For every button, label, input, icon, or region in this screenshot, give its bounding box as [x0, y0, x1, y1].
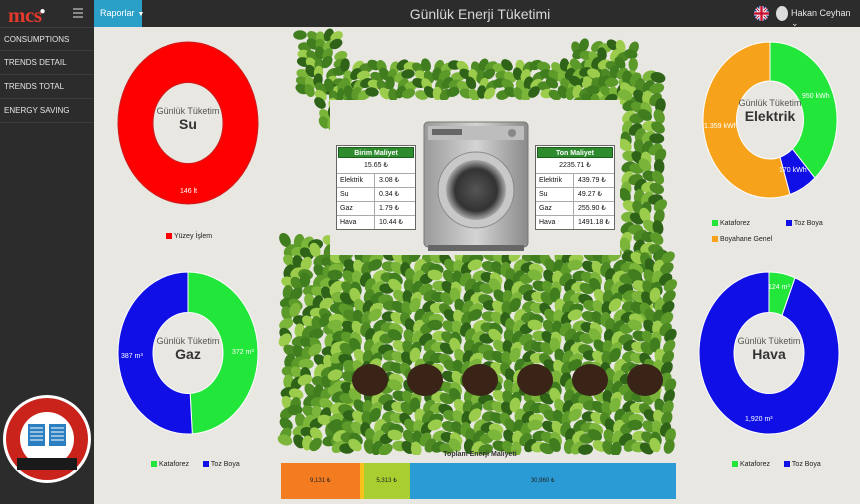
- sidebar-item-consumptions[interactable]: CONSUMPTIONS: [0, 27, 94, 51]
- gaz-value-kataforez: 372 m³: [232, 349, 254, 356]
- su-center-label: Günlük Tüketim Su: [128, 106, 248, 132]
- top-bar: mcs● Raporlar ▼ Günlük Enerji Tüketimi Ha…: [0, 0, 860, 29]
- table-row: Gaz 255.90 ₺: [536, 201, 614, 215]
- su-legend: Yüzey İşlem: [166, 233, 224, 240]
- sidebar-item-trends-detail[interactable]: TRENDS DETAIL: [0, 51, 94, 75]
- su-title: Su: [179, 116, 197, 132]
- cost-bar-segment[interactable]: 30,960 ₺: [409, 463, 676, 499]
- legend-item-toz-boya[interactable]: Toz Boya: [202, 461, 240, 468]
- gaz-title: Gaz: [175, 346, 201, 362]
- app-logo[interactable]: mcs●: [8, 3, 46, 28]
- elektrik-value-kataforez: 950 kWh: [802, 93, 830, 100]
- ton-maliyet-table: Ton Maliyet 2235.71 ₺ Elektrik 439.79 ₺ S…: [535, 145, 615, 230]
- elektrik-value-tozboya: 170 kWh: [779, 167, 807, 174]
- birim-maliyet-title: Birim Maliyet: [338, 147, 414, 158]
- gaz-legend: Kataforez Toz Boya: [151, 461, 252, 468]
- page-title: Günlük Enerji Tüketimi: [409, 6, 551, 22]
- legend-item-kataforez[interactable]: Kataforez: [151, 461, 189, 468]
- elektrik-legend: Kataforez Toz Boya Boyahane Genel: [712, 216, 835, 248]
- hava-title: Hava: [752, 346, 786, 362]
- hava-value-tozboya: 1,920 m³: [745, 416, 773, 423]
- chevron-down-icon: ⌄: [791, 18, 799, 28]
- table-row: Elektrik 3.08 ₺: [337, 173, 415, 187]
- table-row: Gaz 1.79 ₺: [337, 201, 415, 215]
- sidebar-item-energy-saving[interactable]: ENERGY SAVING: [0, 99, 94, 123]
- ton-maliyet-title: Ton Maliyet: [537, 147, 613, 158]
- chevron-down-icon: ▼: [137, 11, 145, 18]
- table-row: Hava 10.44 ₺: [337, 215, 415, 229]
- elektrik-value-genel: 1.359 kWh: [704, 123, 738, 130]
- table-row: Hava 1491.18 ₺: [536, 215, 614, 229]
- legend-item-yuzey[interactable]: Yüzey İşlem: [166, 233, 212, 240]
- cost-bar-segment[interactable]: 9,131 ₺: [281, 463, 360, 499]
- gaz-center-label: Günlük Tüketim Gaz: [128, 336, 248, 362]
- ton-maliyet-total: 2235.71 ₺: [559, 162, 591, 169]
- uk-flag-icon[interactable]: [754, 6, 769, 21]
- raporlar-menu-button[interactable]: Raporlar ▼: [94, 0, 145, 27]
- cost-bar-segment[interactable]: 5,313 ₺: [363, 463, 410, 499]
- hava-center-label: Günlük Tüketim Hava: [709, 336, 829, 362]
- gaz-caption: Günlük Tüketim: [156, 336, 220, 346]
- washing-machine-image: [423, 121, 529, 251]
- legend-item-kataforez[interactable]: Kataforez: [712, 220, 750, 227]
- birim-maliyet-total: 15.65 ₺: [364, 162, 388, 169]
- legend-item-toz-boya[interactable]: Toz Boya: [783, 461, 821, 468]
- hava-caption: Günlük Tüketim: [737, 336, 801, 346]
- endustri-dergileri-badge-logo: [2, 394, 92, 484]
- sidebar-item-trends-total[interactable]: TRENDS TOTAL: [0, 75, 94, 99]
- gaz-value-tozboya: 387 m³: [121, 353, 143, 360]
- elektrik-title: Elektrik: [744, 108, 796, 124]
- toplam-enerji-maliyeti-bar: 9,131 ₺ 5,313 ₺ 30,960 ₺: [281, 463, 676, 499]
- hava-value-kataforez: 124 m³: [768, 284, 790, 291]
- birim-maliyet-table: Birim Maliyet 15.65 ₺ Elektrik 3.08 ₺ Su 0…: [336, 145, 416, 230]
- user-menu[interactable]: Hakan Ceyhan ⌄: [791, 8, 860, 29]
- su-value-label: 146 lt: [180, 188, 198, 195]
- user-avatar[interactable]: [776, 6, 788, 21]
- table-row: Su 0.34 ₺: [337, 187, 415, 201]
- hamburger-menu-icon[interactable]: [73, 8, 83, 18]
- legend-item-toz-boya[interactable]: Toz Boya: [785, 220, 823, 227]
- hava-legend: Kataforez Toz Boya: [732, 461, 833, 468]
- legend-item-boyahane-genel[interactable]: Boyahane Genel: [712, 236, 772, 243]
- table-row: Elektrik 439.79 ₺: [536, 173, 614, 187]
- su-caption: Günlük Tüketim: [156, 106, 220, 116]
- elektrik-center-label: Günlük Tüketim Elektrik: [710, 98, 830, 124]
- toplam-enerji-maliyeti-title: Toplam Enerji Maliyeti: [443, 451, 517, 458]
- legend-item-kataforez[interactable]: Kataforez: [732, 461, 770, 468]
- table-row: Su 49.27 ₺: [536, 187, 614, 201]
